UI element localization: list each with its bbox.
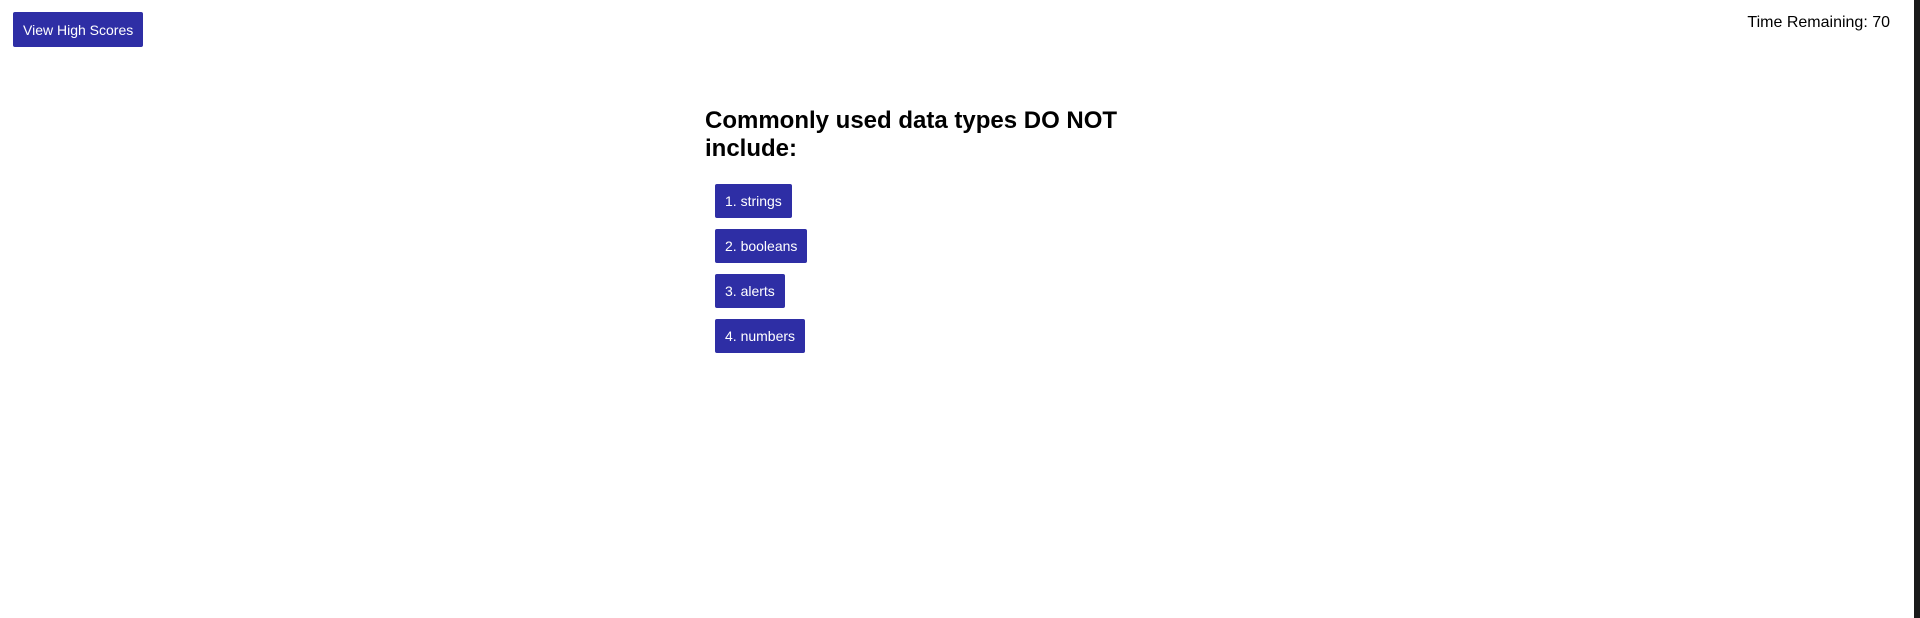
list-item: 3. alerts [715,274,1165,308]
question-text: Commonly used data types DO NOT include: [705,107,1118,162]
list-item: 2. booleans [715,229,1165,263]
answer-choice-button-4[interactable]: 4. numbers [715,319,806,353]
answer-choice-button-2[interactable]: 2. booleans [715,229,808,263]
answer-choice-button-3[interactable]: 3. alerts [715,274,785,308]
question-card: Commonly used data types DO NOT include:… [705,107,1165,364]
list-item: 4. numbers [715,319,1165,353]
quiz-page: View High Scores Time Remaining: 70 Comm… [0,0,1914,618]
answer-choice-list: 1. strings 2. booleans 3. alerts 4. numb… [715,184,1165,353]
window-edge [1914,0,1920,618]
time-remaining-counter: Time Remaining: 70 [1747,14,1890,31]
list-item: 1. strings [715,184,1165,218]
view-high-scores-button[interactable]: View High Scores [13,12,144,47]
answer-choice-button-1[interactable]: 1. strings [715,184,792,218]
